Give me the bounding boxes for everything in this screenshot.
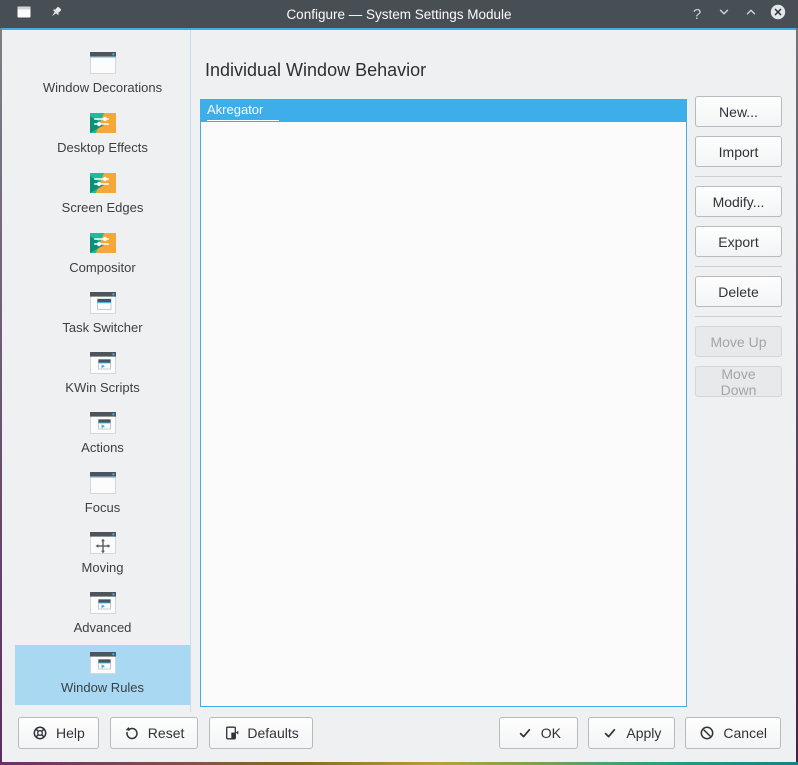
sidebar-item-label: Moving xyxy=(82,560,124,575)
button-label: Delete xyxy=(718,284,758,300)
sidebar-item-moving[interactable]: Moving xyxy=(15,525,190,585)
button-label: New... xyxy=(719,104,758,120)
button-label: Reset xyxy=(148,725,185,741)
window-decorations-icon xyxy=(87,47,119,79)
screen-edges-icon xyxy=(87,167,119,199)
button-label: Apply xyxy=(626,725,661,741)
sidebar-item-window-decorations[interactable]: Window Decorations xyxy=(15,45,190,105)
sidebar-item-label: Compositor xyxy=(69,260,135,275)
pin-icon xyxy=(48,4,64,25)
sidebar-item-label: Screen Edges xyxy=(62,200,144,215)
footer-left-buttons: Help Reset Defaults xyxy=(18,717,313,749)
ok-button[interactable]: OK xyxy=(499,717,578,749)
button-label: Move Down xyxy=(702,366,775,398)
sidebar-item-task-switcher[interactable]: Task Switcher xyxy=(15,285,190,345)
compositor-icon xyxy=(87,227,119,259)
settings-window: Configure — System Settings Module ? Win… xyxy=(0,0,798,765)
chevron-up-icon xyxy=(743,4,759,25)
sidebar-separator xyxy=(190,30,191,712)
delete-button[interactable]: Delete xyxy=(695,276,782,307)
sidebar-item-desktop-effects[interactable]: Desktop Effects xyxy=(15,105,190,165)
sidebar-item-label: Window Rules xyxy=(61,680,144,695)
move-down-button: Move Down xyxy=(695,366,782,397)
reset-icon xyxy=(124,725,140,741)
page-title: Individual Window Behavior xyxy=(205,60,426,81)
sidebar: Window Decorations Desktop Effects Scree… xyxy=(0,30,190,712)
sidebar-item-label: KWin Scripts xyxy=(65,380,139,395)
cancel-icon xyxy=(699,725,715,741)
maximize-button[interactable] xyxy=(741,4,761,24)
advanced-icon xyxy=(87,587,119,619)
reset-button[interactable]: Reset xyxy=(110,717,199,749)
titlebar-left-icons xyxy=(14,0,66,28)
button-label: Import xyxy=(719,144,759,160)
help-ring-icon xyxy=(32,725,48,741)
defaults-button[interactable]: Defaults xyxy=(209,717,312,749)
button-label: Cancel xyxy=(723,725,767,741)
modify-button[interactable]: Modify... xyxy=(695,186,782,217)
window-menu-button[interactable] xyxy=(14,4,34,24)
check-icon xyxy=(517,725,533,741)
button-label: Help xyxy=(56,725,85,741)
button-label: OK xyxy=(541,725,561,741)
sidebar-item-screen-edges[interactable]: Screen Edges xyxy=(15,165,190,225)
window-rules-list[interactable]: Akregator xyxy=(200,99,687,707)
titlebar-right-buttons: ? xyxy=(687,0,788,28)
desktop-effects-icon xyxy=(87,107,119,139)
export-button[interactable]: Export xyxy=(695,226,782,257)
sidebar-item-label: Advanced xyxy=(74,620,132,635)
footer-right-buttons: OK Apply Cancel xyxy=(499,717,781,749)
close-button[interactable] xyxy=(768,4,788,24)
chevron-down-icon xyxy=(716,4,732,25)
button-label: Move Up xyxy=(710,334,766,350)
import-button[interactable]: Import xyxy=(695,136,782,167)
moving-icon xyxy=(87,527,119,559)
sidebar-item-label: Focus xyxy=(85,500,120,515)
sidebar-item-actions[interactable]: Actions xyxy=(15,405,190,465)
app-window-icon xyxy=(16,4,32,25)
sidebar-item-label: Desktop Effects xyxy=(57,140,148,155)
button-label: Modify... xyxy=(713,194,765,210)
window-title: Configure — System Settings Module xyxy=(0,0,798,28)
actions-icon xyxy=(87,407,119,439)
new-button[interactable]: New... xyxy=(695,96,782,127)
close-icon xyxy=(770,4,786,25)
list-item-akregator[interactable]: Akregator xyxy=(201,100,686,122)
action-separator xyxy=(695,266,782,267)
help-icon: ? xyxy=(693,6,701,23)
kwin-scripts-icon xyxy=(87,347,119,379)
sidebar-item-window-rules[interactable]: Window Rules xyxy=(15,645,190,705)
check-icon xyxy=(602,725,618,741)
apply-button[interactable]: Apply xyxy=(588,717,675,749)
sidebar-item-label: Window Decorations xyxy=(43,80,162,95)
move-up-button: Move Up xyxy=(695,326,782,357)
button-label: Defaults xyxy=(247,725,298,741)
button-label: Export xyxy=(718,234,758,250)
list-item-label: Akregator xyxy=(207,102,279,121)
action-separator xyxy=(695,176,782,177)
titlebar: Configure — System Settings Module ? xyxy=(0,0,798,28)
sidebar-item-kwin-scripts[interactable]: KWin Scripts xyxy=(15,345,190,405)
defaults-icon xyxy=(223,725,239,741)
sidebar-item-label: Task Switcher xyxy=(62,320,142,335)
sidebar-item-compositor[interactable]: Compositor xyxy=(15,225,190,285)
context-help-button[interactable]: ? xyxy=(687,4,707,24)
window-edge-left xyxy=(0,28,2,765)
focus-icon xyxy=(87,467,119,499)
action-separator xyxy=(695,316,782,317)
keep-above-pin-button[interactable] xyxy=(46,4,66,24)
task-switcher-icon xyxy=(87,287,119,319)
sidebar-item-label: Actions xyxy=(81,440,124,455)
cancel-button[interactable]: Cancel xyxy=(685,717,781,749)
help-button[interactable]: Help xyxy=(18,717,99,749)
minimize-button[interactable] xyxy=(714,4,734,24)
sidebar-item-advanced[interactable]: Advanced xyxy=(15,585,190,645)
sidebar-item-focus[interactable]: Focus xyxy=(15,465,190,525)
window-rules-icon xyxy=(87,647,119,679)
